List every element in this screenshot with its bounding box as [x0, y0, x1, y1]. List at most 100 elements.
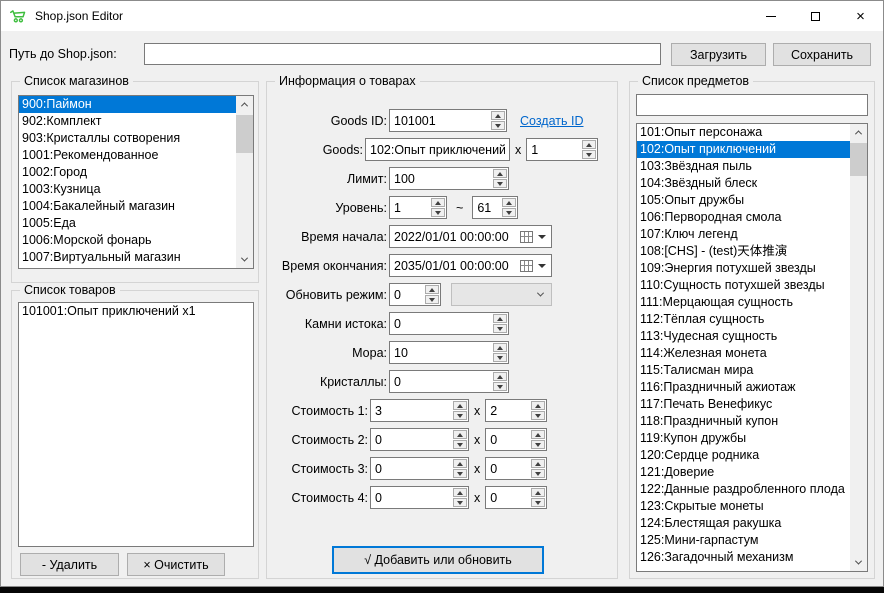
list-item[interactable]: 119:Купон дружбы	[637, 430, 850, 447]
spin-down-button[interactable]	[431, 208, 445, 217]
clear-button[interactable]: × Очистить	[127, 553, 225, 576]
list-item[interactable]: 118:Праздничный купон	[637, 413, 850, 430]
list-item[interactable]: 113:Чудесная сущность	[637, 328, 850, 345]
spin-up-button[interactable]	[453, 401, 467, 410]
level-max-input[interactable]	[473, 197, 501, 218]
list-item[interactable]: 1003:Кузница	[19, 181, 236, 198]
spin-down-button[interactable]	[453, 469, 467, 478]
spin-down-button[interactable]	[502, 208, 516, 217]
spin-down-button[interactable]	[531, 440, 545, 449]
scrollbar-thumb[interactable]	[850, 143, 867, 176]
spin-down-button[interactable]	[453, 498, 467, 507]
list-item[interactable]: 108:[CHS] - (test)天体推演	[637, 243, 850, 260]
list-item[interactable]: 125:Мини-гарпастум	[637, 532, 850, 549]
list-item[interactable]: 104:Звёздный блеск	[637, 175, 850, 192]
spin-up-button[interactable]	[431, 198, 445, 207]
cost2-id-input[interactable]	[371, 429, 452, 450]
spin-down-button[interactable]	[453, 440, 467, 449]
delete-button[interactable]: - Удалить	[20, 553, 119, 576]
list-item[interactable]: 105:Опыт дружбы	[637, 192, 850, 209]
primogems-input[interactable]	[390, 313, 492, 334]
spin-up-button[interactable]	[582, 140, 596, 149]
spin-down-button[interactable]	[491, 121, 505, 130]
list-item[interactable]: 1005:Еда	[19, 215, 236, 232]
list-item[interactable]: 110:Сущность потухшей звезды	[637, 277, 850, 294]
list-item[interactable]: 111:Мерцающая сущность	[637, 294, 850, 311]
end-time-picker[interactable]: 2035/01/01 00:00:00	[389, 254, 552, 277]
list-item[interactable]: 124:Блестящая ракушка	[637, 515, 850, 532]
list-item[interactable]: 114:Железная монета	[637, 345, 850, 362]
begin-time-picker[interactable]: 2022/01/01 00:00:00	[389, 225, 552, 248]
list-item[interactable]: 1007:Виртуальный магазин	[19, 249, 236, 266]
cost1-id-input[interactable]	[371, 400, 452, 421]
cost3-count-input[interactable]	[486, 458, 530, 479]
spin-up-button[interactable]	[531, 488, 545, 497]
scrollbar-down-button[interactable]	[850, 554, 867, 571]
scrollbar-thumb[interactable]	[236, 115, 253, 153]
spin-up-button[interactable]	[493, 372, 507, 381]
list-item[interactable]: 123:Скрытые монеты	[637, 498, 850, 515]
list-item[interactable]: 900:Паймон	[19, 96, 236, 113]
list-item[interactable]: 115:Талисман мира	[637, 362, 850, 379]
cost2-count-input[interactable]	[486, 429, 530, 450]
list-item[interactable]: 121:Доверие	[637, 464, 850, 481]
goods-count-input[interactable]	[527, 139, 581, 160]
list-item[interactable]: 1004:Бакалейный магазин	[19, 198, 236, 215]
spin-up-button[interactable]	[502, 198, 516, 207]
list-item[interactable]: 116:Праздничный ажиотаж	[637, 379, 850, 396]
refresh-mode-combobox[interactable]	[451, 283, 552, 306]
add-or-update-button[interactable]: √ Добавить или обновить	[332, 546, 544, 574]
scrollbar-up-button[interactable]	[236, 96, 253, 113]
cost3-id-input[interactable]	[371, 458, 452, 479]
close-button[interactable]: ×	[838, 1, 883, 31]
spin-up-button[interactable]	[493, 314, 507, 323]
spin-down-button[interactable]	[531, 411, 545, 420]
shop-listbox[interactable]: 900:Паймон902:Комплект903:Кристаллы сотв…	[18, 95, 254, 269]
spin-down-button[interactable]	[493, 382, 507, 391]
list-item[interactable]: 903:Кристаллы сотворения	[19, 130, 236, 147]
save-button[interactable]: Сохранить	[773, 43, 871, 66]
item-listbox[interactable]: 101:Опыт персонажа102:Опыт приключений10…	[636, 123, 868, 572]
list-item[interactable]: 122:Данные раздробленного плода	[637, 481, 850, 498]
list-item[interactable]: 120:Сердце родника	[637, 447, 850, 464]
spin-down-button[interactable]	[425, 295, 439, 304]
item-search-input[interactable]	[636, 94, 868, 116]
scrollbar[interactable]	[850, 124, 867, 571]
spin-down-button[interactable]	[453, 411, 467, 420]
crystals-input[interactable]	[390, 371, 492, 392]
list-item[interactable]: 109:Энергия потухшей звезды	[637, 260, 850, 277]
list-item[interactable]: 101:Опыт персонажа	[637, 124, 850, 141]
list-item[interactable]: 902:Комплект	[19, 113, 236, 130]
list-item[interactable]: 107:Ключ легенд	[637, 226, 850, 243]
scrollbar-down-button[interactable]	[236, 251, 253, 268]
spin-up-button[interactable]	[531, 401, 545, 410]
spin-up-button[interactable]	[493, 169, 507, 178]
minimize-button[interactable]	[748, 1, 793, 31]
spin-down-button[interactable]	[493, 353, 507, 362]
scrollbar-up-button[interactable]	[850, 124, 867, 141]
list-item[interactable]: 103:Звёздная пыль	[637, 158, 850, 175]
create-id-link[interactable]: Создать ID	[520, 114, 583, 128]
spin-down-button[interactable]	[582, 150, 596, 159]
list-item[interactable]: 1002:Город	[19, 164, 236, 181]
refresh-mode-input[interactable]	[390, 284, 424, 305]
limit-input[interactable]	[390, 168, 492, 189]
scrollbar[interactable]	[236, 96, 253, 268]
spin-down-button[interactable]	[531, 469, 545, 478]
spin-up-button[interactable]	[491, 111, 505, 120]
maximize-button[interactable]	[793, 1, 838, 31]
spin-up-button[interactable]	[453, 488, 467, 497]
goods-listbox[interactable]: 101001:Опыт приключений x1	[18, 302, 254, 547]
list-item[interactable]: 102:Опыт приключений	[637, 141, 850, 158]
cost4-count-input[interactable]	[486, 487, 530, 508]
list-item[interactable]: 1006:Морской фонарь	[19, 232, 236, 249]
list-item[interactable]: 126:Загадочный механизм	[637, 549, 850, 566]
spin-up-button[interactable]	[531, 459, 545, 468]
path-input[interactable]	[144, 43, 661, 65]
load-button[interactable]: Загрузить	[671, 43, 766, 66]
spin-up-button[interactable]	[425, 285, 439, 294]
spin-up-button[interactable]	[493, 343, 507, 352]
spin-down-button[interactable]	[493, 324, 507, 333]
spin-up-button[interactable]	[453, 459, 467, 468]
list-item[interactable]: 101001:Опыт приключений x1	[19, 303, 253, 320]
